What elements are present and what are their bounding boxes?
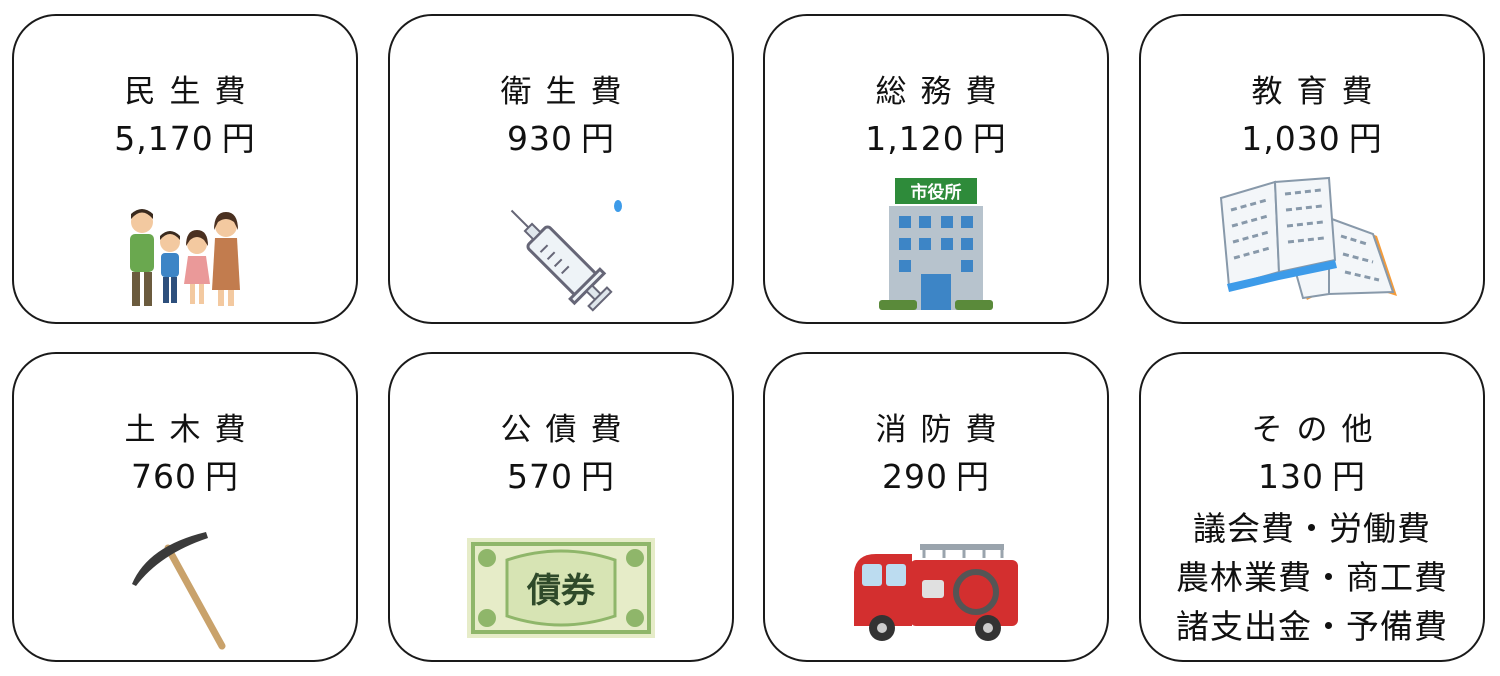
card-education: 教育費 1,030 円	[1139, 14, 1485, 324]
card-amount: 130 円	[1258, 457, 1366, 496]
card-amount: 570 円	[507, 457, 615, 496]
others-detail-line: 議会費・労働費	[1193, 509, 1431, 548]
city-hall-sign: 市役所	[911, 182, 962, 203]
card-amount: 1,030 円	[1241, 119, 1383, 158]
card-sanitation: 衛生費 930 円	[388, 14, 734, 324]
card-public-debt: 公債費 570 円 債券	[388, 352, 734, 662]
card-label: 民生費	[124, 74, 260, 110]
card-label: 消防費	[875, 412, 1011, 448]
card-welfare: 民生費 5,170 円	[12, 14, 358, 324]
card-amount: 1,120 円	[865, 119, 1007, 158]
family-icon	[130, 209, 240, 306]
others-detail-line: 農林業費・商工費	[1176, 558, 1448, 597]
card-fire-service: 消防費 290 円	[763, 352, 1109, 662]
fire-truck-icon	[854, 544, 1018, 641]
card-label: 教育費	[1251, 74, 1387, 110]
syringe-icon	[510, 200, 622, 312]
card-amount: 5,170 円	[114, 119, 256, 158]
city-hall-icon: 市役所	[879, 178, 993, 310]
card-label: その他	[1251, 412, 1387, 448]
bond-certificate-icon: 債券	[467, 538, 655, 638]
card-label: 衛生費	[500, 74, 636, 110]
card-amount: 760 円	[131, 457, 239, 496]
others-detail-list: 議会費・労働費 農林業費・商工費 諸支出金・予備費	[1141, 504, 1483, 651]
bond-label: 債券	[526, 571, 596, 611]
card-others: その他 130 円 議会費・労働費 農林業費・商工費 諸支出金・予備費	[1139, 352, 1485, 662]
card-label: 総務費	[875, 74, 1011, 110]
card-label: 公債費	[500, 412, 636, 448]
open-books-icon	[1219, 176, 1397, 300]
card-amount: 290 円	[882, 457, 990, 496]
card-civil-engineering: 土木費 760 円	[12, 352, 358, 662]
others-detail-line: 諸支出金・予備費	[1176, 607, 1448, 646]
card-amount: 930 円	[507, 119, 615, 158]
card-general-affairs: 総務費 1,120 円 市役所	[763, 14, 1109, 324]
pickaxe-icon	[132, 532, 226, 650]
card-label: 土木費	[124, 412, 260, 448]
